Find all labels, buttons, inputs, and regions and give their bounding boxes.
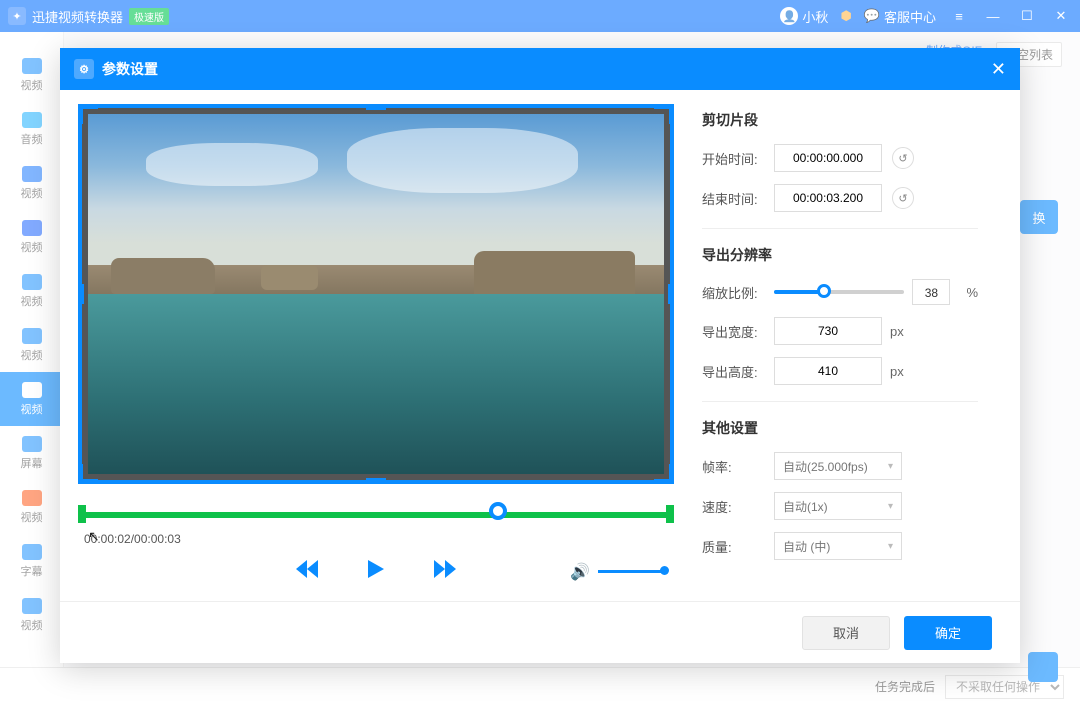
- trim-handle-end[interactable]: [666, 505, 674, 523]
- ok-button[interactable]: 确定: [904, 616, 992, 650]
- scale-slider[interactable]: 38 %: [774, 279, 978, 305]
- close-modal-button[interactable]: ✕: [991, 59, 1006, 80]
- modal-footer: 取消 确定: [60, 601, 1020, 663]
- video-preview[interactable]: [78, 104, 674, 484]
- modal-title: 参数设置: [102, 59, 158, 79]
- volume-slider[interactable]: [598, 570, 664, 573]
- width-input[interactable]: [774, 317, 882, 345]
- start-time-input[interactable]: [774, 144, 882, 172]
- timeline[interactable]: ↖: [78, 506, 674, 522]
- crop-handle-top[interactable]: [366, 106, 386, 110]
- trim-handle-start[interactable]: [78, 505, 86, 523]
- preview-pane: ↖ 00:00:02/00:00:03 🔊: [60, 90, 692, 601]
- play-button[interactable]: [368, 560, 384, 583]
- end-time-input[interactable]: [774, 184, 882, 212]
- settings-pane: 剪切片段 开始时间: ↺ 结束时间: ↺ 导出分辨率 缩放比例:: [692, 90, 1002, 601]
- end-time-label: 结束时间:: [702, 189, 774, 208]
- crop-handle-right[interactable]: [668, 284, 672, 304]
- volume-control[interactable]: 🔊: [570, 562, 664, 582]
- crop-handle-bottom[interactable]: [366, 478, 386, 482]
- timecode: 00:00:02/00:00:03: [84, 532, 674, 546]
- height-input[interactable]: [774, 357, 882, 385]
- cursor-icon: ↖: [88, 528, 100, 545]
- chevron-down-icon: ▾: [888, 461, 893, 472]
- preview-image: [88, 114, 664, 474]
- width-unit: px: [890, 324, 904, 339]
- volume-icon: 🔊: [570, 562, 590, 582]
- fps-select[interactable]: 自动(25.000fps)▾: [774, 452, 902, 480]
- resolution-section-title: 导出分辨率: [702, 245, 978, 265]
- chevron-down-icon: ▾: [888, 541, 893, 552]
- playback-controls: 🔊: [78, 560, 674, 583]
- crop-handle-tl[interactable]: [80, 106, 98, 124]
- modal-overlay: ⚙ 参数设置 ✕: [0, 0, 1080, 705]
- speed-select[interactable]: 自动(1x)▾: [774, 492, 902, 520]
- reset-start-button[interactable]: ↺: [892, 147, 914, 169]
- cancel-button[interactable]: 取消: [802, 616, 890, 650]
- width-label: 导出宽度:: [702, 322, 774, 341]
- settings-icon: ⚙: [74, 59, 94, 79]
- rewind-button[interactable]: [296, 560, 318, 583]
- quality-label: 质量:: [702, 537, 774, 556]
- forward-button[interactable]: [434, 560, 456, 583]
- scale-value[interactable]: 38: [912, 279, 950, 305]
- crop-handle-bl[interactable]: [80, 464, 98, 482]
- fps-label: 帧率:: [702, 457, 774, 476]
- height-label: 导出高度:: [702, 362, 774, 381]
- clip-section-title: 剪切片段: [702, 110, 978, 130]
- modal-header: ⚙ 参数设置 ✕: [60, 48, 1020, 90]
- scale-unit: %: [966, 285, 978, 300]
- chevron-down-icon: ▾: [888, 501, 893, 512]
- other-section-title: 其他设置: [702, 418, 978, 438]
- quality-select[interactable]: 自动 (中)▾: [774, 532, 902, 560]
- scale-label: 缩放比例:: [702, 283, 774, 302]
- crop-handle-tr[interactable]: [654, 106, 672, 124]
- settings-modal: ⚙ 参数设置 ✕: [60, 48, 1020, 663]
- start-time-label: 开始时间:: [702, 149, 774, 168]
- speed-label: 速度:: [702, 497, 774, 516]
- crop-handle-br[interactable]: [654, 464, 672, 482]
- crop-handle-left[interactable]: [80, 284, 84, 304]
- reset-end-button[interactable]: ↺: [892, 187, 914, 209]
- height-unit: px: [890, 364, 904, 379]
